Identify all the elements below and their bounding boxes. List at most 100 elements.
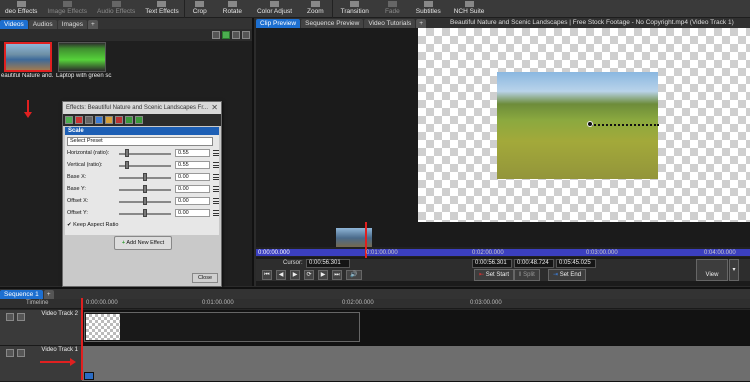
add-preview-tab-button[interactable]: + xyxy=(416,19,427,28)
tab-audios[interactable]: Audios xyxy=(28,20,57,29)
effect-settings-icon[interactable] xyxy=(115,116,123,124)
param-slider-handle[interactable] xyxy=(143,185,147,193)
add-new-effect-button[interactable]: + Add New Effect xyxy=(114,236,172,250)
fade-button[interactable]: Fade xyxy=(377,0,408,17)
timeline-clip-laptop[interactable] xyxy=(84,312,360,342)
step-back-button[interactable]: ◀ xyxy=(276,270,286,280)
list-view-icon[interactable] xyxy=(242,31,250,39)
text-effects-button[interactable]: Text Effects xyxy=(140,0,183,17)
track-lock-icon[interactable] xyxy=(17,349,25,357)
nch-suite-button[interactable]: NCH Suite xyxy=(449,0,490,17)
color-adjust-button[interactable]: Color Adjust xyxy=(250,0,299,17)
tab-videos[interactable]: Videos xyxy=(0,20,28,29)
view-dropdown-button[interactable]: ▾ xyxy=(729,259,739,281)
end-time-field[interactable]: 0:05:45.025 xyxy=(556,259,596,268)
close-icon[interactable]: ✕ xyxy=(211,102,218,114)
volume-button[interactable]: 🔊 xyxy=(346,270,362,280)
param-value-input[interactable]: 0.00 xyxy=(175,197,210,205)
preset-dropdown[interactable]: Select Preset xyxy=(67,137,213,146)
split-button[interactable]: ‖ Split xyxy=(514,269,540,281)
thumbnail-view-icon[interactable] xyxy=(232,31,240,39)
copy-effect-icon[interactable] xyxy=(85,116,93,124)
param-value-input[interactable]: 0.55 xyxy=(175,149,210,157)
remove-effect-icon[interactable] xyxy=(75,116,83,124)
video-effects-button[interactable]: deo Effects xyxy=(0,0,42,17)
timeline-ruler[interactable]: Timeline 0:00:00.000 0:01:00.000 0:02:00… xyxy=(0,299,750,309)
view-button[interactable]: View xyxy=(696,259,728,281)
param-menu-icon[interactable] xyxy=(213,150,219,156)
ruler-label-1: 0:01:00.000 xyxy=(202,300,234,306)
tab-sequence-1[interactable]: Sequence 1 xyxy=(0,290,43,299)
motion-path xyxy=(591,124,659,126)
param-menu-icon[interactable] xyxy=(213,174,219,180)
add-effect-icon[interactable] xyxy=(65,116,73,124)
param-slider-handle[interactable] xyxy=(143,209,147,217)
motion-handle[interactable] xyxy=(587,121,593,127)
param-value-input[interactable]: 0.00 xyxy=(175,185,210,193)
param-value-input[interactable]: 0.00 xyxy=(175,173,210,181)
loop-button[interactable]: ⟳ xyxy=(304,270,314,280)
time-label-4: 0:04:00.000 xyxy=(704,250,736,256)
play-button[interactable]: ▶ xyxy=(290,270,300,280)
audio-effects-button[interactable]: Audio Effects xyxy=(92,0,140,17)
add-folder-icon[interactable] xyxy=(222,31,230,39)
param-slider-handle[interactable] xyxy=(125,149,129,157)
skip-end-button[interactable]: ⏭ xyxy=(332,270,342,280)
tab-images[interactable]: Images xyxy=(57,20,87,29)
skip-start-button[interactable]: ⏮ xyxy=(262,270,272,280)
rotate-button[interactable]: Rotate xyxy=(215,0,250,17)
sequence-tabs: Sequence 1 + xyxy=(0,289,750,299)
add-sequence-button[interactable]: + xyxy=(43,290,54,299)
edit-effect-icon[interactable] xyxy=(105,116,113,124)
param-value-input[interactable]: 0.55 xyxy=(175,161,210,169)
close-button[interactable]: Close xyxy=(192,273,218,283)
track-lane-video-2[interactable] xyxy=(82,310,750,346)
track-visibility-icon[interactable] xyxy=(6,349,14,357)
tab-video-tutorials[interactable]: Video Tutorials xyxy=(364,19,416,28)
move-down-icon[interactable] xyxy=(125,116,133,124)
timeline-playhead[interactable] xyxy=(81,298,83,380)
effect-section-header[interactable]: Scale xyxy=(65,127,219,135)
tab-clip-preview[interactable]: Clip Preview xyxy=(256,19,301,28)
zoom-button[interactable]: Zoom xyxy=(299,0,332,17)
track-visibility-icon[interactable] xyxy=(6,313,14,321)
tab-sequence-preview[interactable]: Sequence Preview xyxy=(301,19,364,28)
image-effects-button[interactable]: Image Effects xyxy=(42,0,92,17)
param-value-input[interactable]: 0.00 xyxy=(175,209,210,217)
checkmark-icon[interactable]: ✔ xyxy=(67,222,72,228)
effect-parameters: Select Preset Horizontal (ratio): 0.55 V… xyxy=(65,135,219,235)
annotation-arrow-down-head xyxy=(24,112,32,118)
param-menu-icon[interactable] xyxy=(213,210,219,216)
set-start-icon: ⇤ xyxy=(479,272,485,278)
folder-up-icon[interactable] xyxy=(212,31,220,39)
param-slider-handle[interactable] xyxy=(143,197,147,205)
clip-effect-icon[interactable] xyxy=(84,372,94,380)
subtitles-button[interactable]: Subtitles xyxy=(408,0,449,17)
move-up-icon[interactable] xyxy=(135,116,143,124)
param-slider-handle[interactable] xyxy=(143,173,147,181)
crop-button[interactable]: Crop xyxy=(185,0,215,17)
start-time-field[interactable]: 0:00:56.301 xyxy=(472,259,512,268)
param-label: Base Y: xyxy=(67,186,86,192)
step-forward-button[interactable]: ▶ xyxy=(318,270,328,280)
track-lock-icon[interactable] xyxy=(17,313,25,321)
set-start-button[interactable]: ⇤ Set Start xyxy=(474,269,515,281)
cursor-time-field[interactable]: 0:00:56.301 xyxy=(306,259,350,268)
param-row-offset-x: Offset X: 0.00 xyxy=(67,196,219,207)
duration-field[interactable]: 0:00:48.724 xyxy=(514,259,554,268)
clip-thumbnail-nature[interactable] xyxy=(4,42,52,72)
ruler-label-2: 0:02:00.000 xyxy=(342,300,374,306)
param-menu-icon[interactable] xyxy=(213,162,219,168)
rotate-icon xyxy=(227,1,237,7)
main-toolbar: deo Effects Image Effects Audio Effects … xyxy=(0,0,750,18)
clip-thumbnail-laptop[interactable] xyxy=(58,42,106,72)
track-lane-video-1[interactable] xyxy=(82,346,750,382)
preview-effect-icon[interactable] xyxy=(95,116,103,124)
add-tab-button[interactable]: + xyxy=(87,20,98,29)
param-slider-handle[interactable] xyxy=(125,161,129,169)
param-menu-icon[interactable] xyxy=(213,186,219,192)
set-end-button[interactable]: ⇥ Set End xyxy=(548,269,587,281)
transition-button[interactable]: Transition xyxy=(333,0,377,17)
param-row-base-y: Base Y: 0.00 xyxy=(67,184,219,195)
param-menu-icon[interactable] xyxy=(213,198,219,204)
